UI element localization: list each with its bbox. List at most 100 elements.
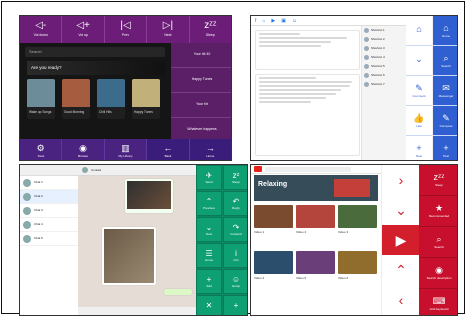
prev-button[interactable]: |◁ Prev (105, 16, 148, 43)
search-description-button[interactable]: ◉ Search description (419, 258, 457, 289)
sleep-button[interactable]: zᶻ Sleep (223, 165, 247, 190)
search-button[interactable]: ⌕ Search (419, 227, 457, 258)
spotify-grid: Are you ready? Wake up Songs Good Mornin… (27, 61, 165, 131)
back-button[interactable]: ← Back (147, 139, 190, 160)
shortcut-item[interactable]: Happy Tunes (171, 68, 231, 93)
youtube-hero-banner[interactable]: Relaxing (254, 175, 378, 201)
next-button[interactable]: ▷| Next (147, 16, 190, 43)
video-title[interactable]: Video 1 (254, 230, 295, 235)
video-thumbnail[interactable] (338, 205, 377, 228)
shortcut-item[interactable]: Your hit (171, 93, 231, 118)
sidebar-item[interactable]: Shortcut 6 (362, 71, 407, 80)
home-button[interactable]: ⌂ (406, 16, 432, 46)
star-icon: ★ (434, 203, 444, 213)
sidebar-item[interactable]: Shortcut 7 (362, 80, 407, 89)
next-button[interactable]: ⌄ Next (196, 217, 222, 242)
home-icon[interactable]: ⌂ (262, 18, 265, 24)
down-arrow-button[interactable]: ⌄ (382, 195, 420, 225)
post-button[interactable]: + Post (433, 136, 457, 160)
scroll-down-button[interactable]: ⌄ (406, 46, 432, 76)
chat-list-item[interactable]: Chat 2 (20, 190, 78, 204)
play-button[interactable]: ▶ (382, 225, 420, 255)
video-title[interactable]: Video 2 (296, 230, 337, 235)
send-button[interactable]: ✈ Send (196, 165, 222, 190)
marketplace-icon[interactable]: ▣ (281, 18, 286, 24)
reply-button[interactable]: ↶ Reply (223, 191, 247, 216)
play-icon: ▶ (395, 231, 407, 248)
browse-button[interactable]: ◉ Browse (62, 139, 105, 160)
delete-button[interactable]: ✕ (196, 295, 222, 315)
video-title[interactable]: Video 6 (338, 276, 379, 281)
image-message[interactable] (102, 227, 156, 285)
chat-list: Chat 1 Chat 2 Chat 3 Chat 4 Chat 5 (20, 165, 79, 315)
add-button[interactable]: + Add (196, 269, 222, 294)
message-input[interactable] (78, 307, 196, 315)
spotify-search-input[interactable]: Search (25, 47, 165, 57)
playlist-card[interactable]: Good Morning (62, 79, 90, 119)
video-title[interactable]: Video 5 (296, 276, 337, 281)
video-title[interactable]: Video 4 (254, 276, 295, 281)
sleep-icon: zᶻᶻ (433, 172, 445, 182)
vol-down-button[interactable]: ◁- Vol down (20, 16, 63, 43)
messenger-button[interactable]: ✉ Messenger (433, 76, 457, 106)
sidebar-item[interactable]: Shortcut 2 (362, 35, 407, 44)
mic-icon: ◉ (435, 265, 443, 275)
compose-button[interactable]: ✎ Compose (433, 106, 457, 136)
tools-button[interactable]: ⚙ Tools (20, 139, 63, 160)
left-arrow-button[interactable]: ‹ (382, 285, 420, 315)
playlist-card[interactable]: Wake up Songs (27, 79, 55, 119)
library-button[interactable]: ▥ My Library (104, 139, 148, 160)
watch-icon[interactable]: ▶ (271, 18, 275, 24)
video-thumbnail[interactable] (254, 251, 293, 274)
speaker-up-icon: ◁+ (76, 20, 90, 32)
sleep-button[interactable]: zᶻᶻ Sleep (190, 16, 231, 43)
right-arrow-button[interactable]: › (382, 165, 420, 195)
home-button[interactable]: → Home (190, 139, 231, 160)
emoji-button[interactable]: ☺ Emoji (223, 269, 247, 294)
like-button[interactable]: 👍 Like (406, 106, 432, 136)
new-post-button[interactable]: + New (406, 136, 432, 160)
comment-icon: ✎ (415, 82, 423, 93)
youtube-search-input[interactable] (265, 166, 351, 172)
sidebar-item[interactable]: Shortcut 4 (362, 53, 407, 62)
video-thumbnail[interactable] (296, 251, 335, 274)
chevron-down-icon: ⌄ (415, 54, 423, 64)
sidebar-item[interactable]: Shortcut 5 (362, 62, 407, 71)
grid-keyboard-button[interactable]: ⌨ Grid keyboard (419, 289, 457, 315)
chat-list-item[interactable]: Chat 3 (20, 204, 78, 218)
video-thumbnail[interactable] (338, 251, 377, 274)
sleep-button[interactable]: zᶻᶻ Sleep (419, 165, 457, 196)
compose-icon: ✎ (442, 112, 450, 123)
more-button[interactable]: + (223, 295, 247, 315)
recommended-button[interactable]: ★ Recommended (419, 196, 457, 227)
video-title[interactable]: Video 3 (338, 230, 379, 235)
vol-up-button[interactable]: ◁+ Vol up (62, 16, 105, 43)
chat-list-item[interactable]: Chat 1 (20, 176, 78, 190)
home-button[interactable]: ☰ Home (196, 243, 222, 268)
chat-list-item[interactable]: Chat 5 (20, 232, 78, 246)
video-thumbnail[interactable] (254, 205, 293, 228)
chat-list-item[interactable]: Chat 4 (20, 218, 78, 232)
youtube-logo-icon (254, 166, 262, 172)
video-thumbnail[interactable] (296, 205, 335, 228)
comment-button[interactable]: ✎ Comment (406, 76, 432, 106)
playlist-card[interactable]: Chill Hits (97, 79, 125, 119)
shortcut-item[interactable]: Your hit 40 (171, 43, 231, 68)
previous-button[interactable]: ⌃ Previous (196, 191, 222, 216)
groups-icon[interactable]: ☺ (292, 18, 297, 24)
sidebar-item[interactable]: Shortcut 1 (362, 26, 407, 35)
up-arrow-button[interactable]: ⌃ (382, 255, 420, 285)
playlist-card[interactable]: Happy Tunes (132, 79, 160, 119)
info-button[interactable]: i Info (223, 243, 247, 268)
whatsapp-panel: Chat 1 Chat 2 Chat 3 Chat 4 Chat 5 Conta… (19, 164, 248, 316)
facebook-logo-icon: f (255, 17, 257, 24)
text-message[interactable] (164, 289, 192, 295)
facebook-control-grid: ⌂ ⌄ ✎ Comment 👍 Like + New ⌂ Home ⌕ Sear… (406, 16, 457, 160)
home-button-2[interactable]: ⌂ Home (433, 16, 457, 46)
left-arrow-icon: ‹ (398, 292, 404, 308)
search-button[interactable]: ⌕ Search (433, 46, 457, 76)
forward-button[interactable]: ↷ Forward (223, 217, 247, 242)
like-icon: 👍 (413, 112, 425, 123)
image-message[interactable] (125, 179, 173, 213)
sidebar-item[interactable]: Shortcut 3 (362, 44, 407, 53)
